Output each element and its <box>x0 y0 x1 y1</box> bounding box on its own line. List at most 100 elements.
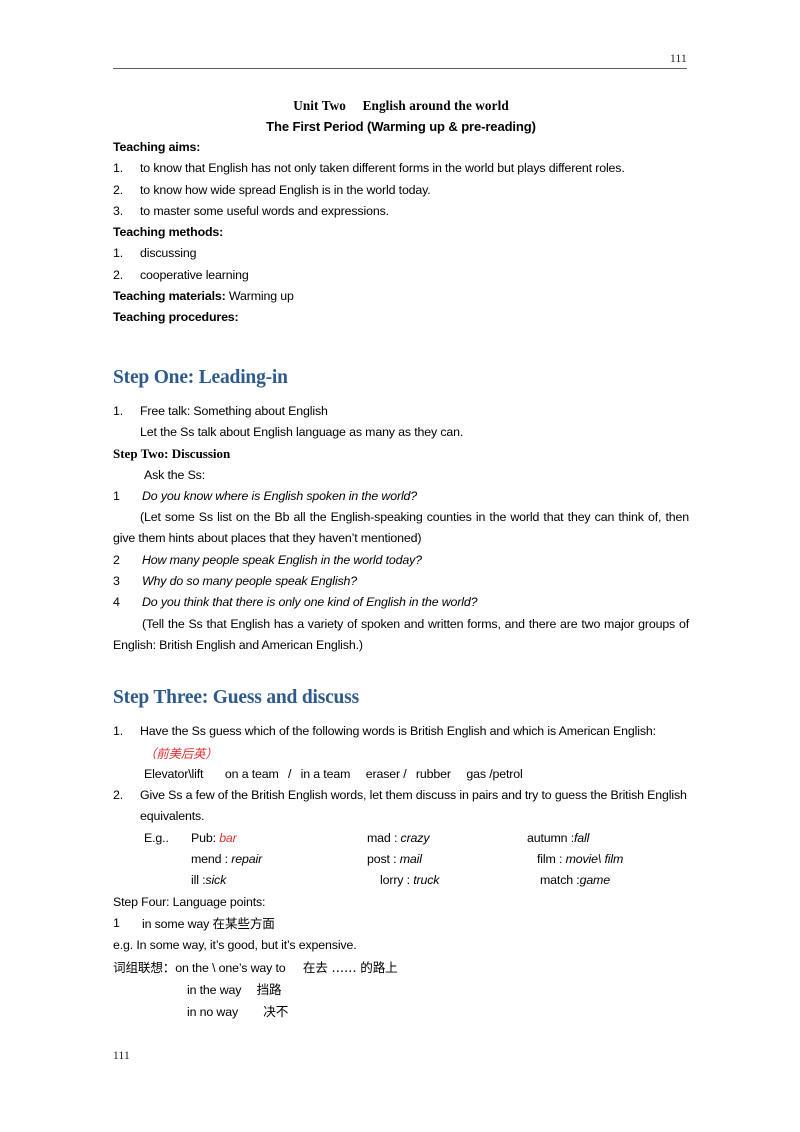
step-three-word-line: Elevator\lift on a team / in a team eras… <box>144 766 523 781</box>
word-pair-equiv: truck <box>413 873 440 888</box>
document-title-line2: The First Period (Warming up & pre-readi… <box>266 119 536 134</box>
list-item: 3 Why do so many people speak English? <box>113 571 689 592</box>
step-two-note2: (Tell the Ss that English has a variety … <box>113 616 689 652</box>
list-item: 2. cooperative learning <box>113 265 689 286</box>
list-item: 1. Have the Ss guess which of the follow… <box>113 721 689 742</box>
list-item-number: 1. <box>113 161 124 176</box>
list-item-number: 2. <box>113 788 124 803</box>
word-pair-equiv: sick <box>205 873 227 888</box>
word-pair-cell: post : mail <box>351 849 527 870</box>
document-page: 111 Unit Two English around the world Th… <box>0 0 800 1132</box>
word-pair-equiv: bar <box>219 830 237 845</box>
word-pair-equiv: repair <box>231 852 263 867</box>
list-item-number: 1 <box>113 915 120 930</box>
word-pair-cell: mend : repair <box>191 849 351 870</box>
association-label: 词组联想： <box>113 959 176 975</box>
language-point-en: in some way <box>142 916 210 931</box>
association-phrase-en: on the \ one’s way to <box>175 960 286 975</box>
list-item-number: 2 <box>113 552 120 567</box>
header-rule <box>113 68 687 69</box>
association-phrase-en: in no way <box>187 1005 238 1020</box>
footer-page-number: 111 <box>113 1050 130 1062</box>
list-item: 1. Free talk: Something about English <box>113 401 689 422</box>
list-item-number: 1. <box>113 724 124 739</box>
step-two-note1: (Let some Ss list on the Bb all the Engl… <box>113 510 689 546</box>
list-item: 3. to master some useful words and expre… <box>113 201 689 222</box>
list-item: 1 Do you know where is English spoken in… <box>113 486 689 507</box>
list-item-number: 2. <box>113 267 124 282</box>
teaching-materials-label: Teaching materials: <box>113 289 226 304</box>
word-pair-row: mend : repair post : mail film : movie\ … <box>113 849 689 870</box>
step-one-subtext: Let the Ss talk about English language a… <box>140 424 464 439</box>
teaching-methods-label: Teaching methods: <box>113 225 224 240</box>
word-pair-term: film : <box>537 852 566 867</box>
step-four-association-row: in no way 决不 <box>113 1001 689 1023</box>
page-header: 111 <box>113 52 687 69</box>
list-item-number: 3. <box>113 203 124 218</box>
word-pair-term: Pub: <box>191 830 220 845</box>
step-one-heading: Step One: Leading-in <box>113 366 288 388</box>
word-pair-cell: mad : crazy <box>351 828 527 849</box>
teaching-materials-line: Teaching materials: Warming up <box>113 286 689 307</box>
list-item-label: discussing <box>140 246 197 261</box>
step-four-association-line: 词组联想：on the \ one’s way to 在去 …… 的路上 <box>113 957 689 979</box>
step-two-ask: Ask the Ss: <box>144 467 206 482</box>
step-two-heading: Step Two: Discussion <box>113 446 231 462</box>
list-item-number: 1. <box>113 246 124 261</box>
step-four-heading: Step Four: Language points: <box>113 894 266 909</box>
word-pair-equiv: mail <box>399 852 422 867</box>
word-pair-row: E.g.. Pub: bar mad : crazy autumn :fall <box>113 828 689 849</box>
list-item-label: How many people speak English in the wor… <box>142 552 422 567</box>
association-phrase-cn: 决不 <box>263 1004 289 1020</box>
list-item: 2 How many people speak English in the w… <box>113 550 689 571</box>
word-pair-cell: ill :sick <box>191 870 351 891</box>
word-pair-term: lorry : <box>380 873 414 888</box>
teaching-materials-value: Warming up <box>228 289 294 304</box>
list-item-number: 2. <box>113 182 124 197</box>
list-item-number: 1 <box>113 488 120 503</box>
list-item: 1. discussing <box>113 243 689 264</box>
list-item: 1 in some way 在某些方面 <box>113 913 689 935</box>
document-title-line1: Unit Two English around the world <box>293 98 509 113</box>
list-item: 2. to know how wide spread English is in… <box>113 180 689 201</box>
list-item: 4 Do you think that there is only one ki… <box>113 592 689 613</box>
list-item-label: Do you know where is English spoken in t… <box>142 488 418 503</box>
association-phrase-cn: 挡路 <box>256 981 282 997</box>
word-pair-term: ill : <box>191 873 206 888</box>
word-pair-term: mad : <box>367 830 401 845</box>
word-pair-cell: film : movie\ film <box>527 849 689 870</box>
list-item-label: to master some useful words and expressi… <box>140 203 389 218</box>
list-item: 1. to know that English has not only tak… <box>113 158 689 179</box>
word-pair-term: match : <box>540 873 580 888</box>
list-item-label: Give Ss a few of the British English wor… <box>140 788 687 824</box>
word-pair-cell: autumn :fall <box>527 828 689 849</box>
list-item-label: cooperative learning <box>140 267 249 282</box>
document-content: Unit Two English around the world The Fi… <box>113 95 689 1023</box>
list-item: 2. Give Ss a few of the British English … <box>113 785 689 828</box>
list-item-label: Why do so many people speak English? <box>142 574 358 589</box>
word-pair-cell: match :game <box>540 870 689 891</box>
word-pair-equiv: fall <box>574 830 590 845</box>
word-pair-row: ill :sick lorry : truck match :game <box>113 870 689 891</box>
list-item-label: Have the Ss guess which of the following… <box>140 724 656 739</box>
step-three-red-note: （前美后英） <box>144 745 218 761</box>
word-pair-cell: lorry : truck <box>351 870 540 891</box>
word-pair-equiv: crazy <box>400 830 430 845</box>
list-item-number: 1. <box>113 403 124 418</box>
word-pair-term: post : <box>367 852 400 867</box>
language-point-cn: 在某些方面 <box>212 915 275 931</box>
step-four-example: e.g. In some way, it’s good, but it’s ex… <box>113 938 357 953</box>
list-item-label: to know how wide spread English is in th… <box>140 182 431 197</box>
eg-label: E.g.. <box>144 830 169 845</box>
association-phrase-en: in the way <box>187 982 242 997</box>
step-three-heading: Step Three: Guess and discuss <box>113 687 359 709</box>
header-page-number: 111 <box>670 53 687 65</box>
word-pair-term: mend : <box>191 852 232 867</box>
association-phrase-cn: 在去 …… 的路上 <box>302 959 398 975</box>
